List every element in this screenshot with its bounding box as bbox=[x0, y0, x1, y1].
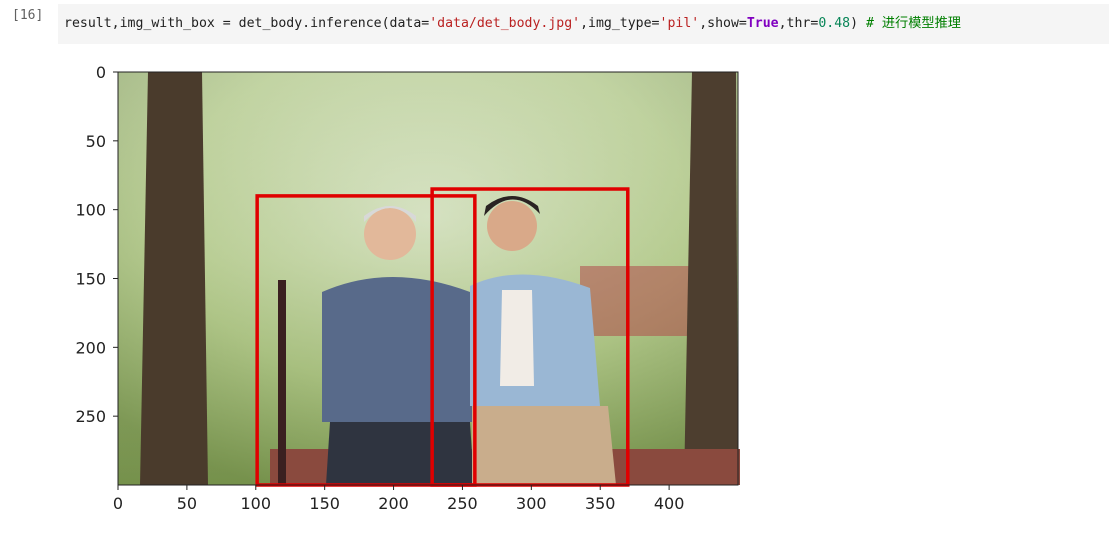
code-token: result,img_with_box = det_body.inference… bbox=[64, 16, 430, 31]
code-token: ) bbox=[850, 16, 866, 31]
detection-image bbox=[118, 72, 740, 485]
code-token: # 进行模型推理 bbox=[865, 16, 961, 31]
code-token: ,thr= bbox=[778, 16, 819, 31]
y-tick-label: 0 bbox=[96, 63, 106, 82]
right-tree-trunk bbox=[684, 72, 738, 485]
y-axis: 0 50 100 150 200 250 bbox=[75, 63, 118, 426]
x-tick-label: 100 bbox=[241, 494, 272, 513]
left-tree-trunk bbox=[140, 72, 208, 485]
x-tick-label: 150 bbox=[309, 494, 340, 513]
code-input[interactable]: result,img_with_box = det_body.inference… bbox=[58, 4, 1109, 44]
code-token: ,img_type= bbox=[580, 16, 660, 31]
output-plot: 0 50 100 150 200 250 300 350 400 0 50 100 150 200 250 bbox=[75, 63, 740, 513]
x-tick-label: 250 bbox=[447, 494, 478, 513]
y-tick-label: 250 bbox=[75, 407, 106, 426]
y-tick-label: 50 bbox=[86, 132, 106, 151]
y-tick-label: 100 bbox=[75, 201, 106, 220]
background-building bbox=[580, 266, 690, 336]
code-token: ,show= bbox=[699, 16, 747, 31]
code-token: True bbox=[746, 16, 779, 31]
y-tick-label: 150 bbox=[75, 270, 106, 289]
code-token: 'data/det_body.jpg' bbox=[429, 16, 581, 31]
x-tick-label: 350 bbox=[585, 494, 616, 513]
x-tick-label: 400 bbox=[654, 494, 685, 513]
y-tick-label: 200 bbox=[75, 338, 106, 357]
x-tick-label: 50 bbox=[177, 494, 197, 513]
x-tick-label: 300 bbox=[516, 494, 547, 513]
notebook-cell: [16] result,img_with_box = det_body.infe… bbox=[0, 0, 1109, 536]
x-tick-label: 0 bbox=[113, 494, 123, 513]
code-line[interactable]: result,img_with_box = det_body.inference… bbox=[64, 12, 961, 31]
x-tick-label: 200 bbox=[378, 494, 409, 513]
output-area: 0 50 100 150 200 250 300 350 400 0 50 100 150 200 250 bbox=[60, 56, 760, 540]
code-token: 0.48 bbox=[818, 16, 851, 31]
code-token: 'pil' bbox=[659, 16, 700, 31]
execution-count: [16] bbox=[12, 8, 44, 23]
x-axis: 0 50 100 150 200 250 300 350 400 bbox=[113, 485, 684, 513]
